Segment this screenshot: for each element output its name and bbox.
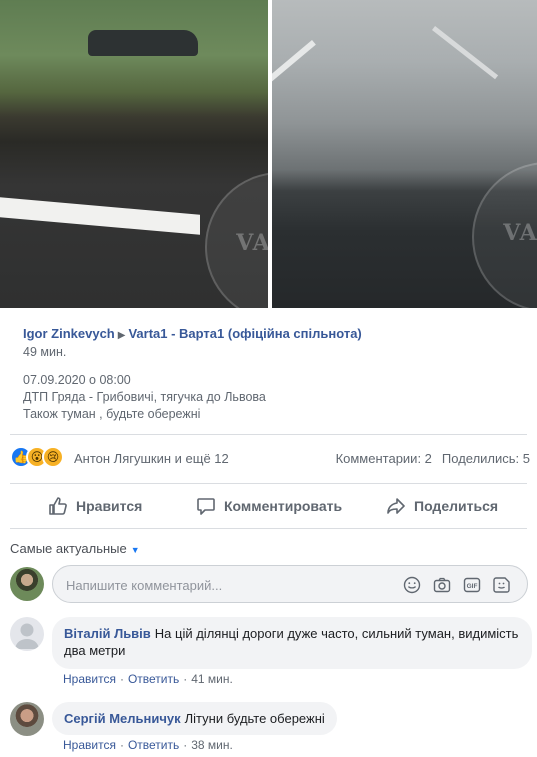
post-line: Також туман , будьте обережні — [23, 407, 201, 421]
photo-crash-field[interactable]: VARTA — [0, 0, 268, 308]
post-header: Igor Zinkevych ▶ Varta1 - Варта1 (офіційна… — [23, 325, 523, 423]
divider — [10, 483, 527, 484]
separator-dot: · — [183, 672, 188, 686]
commenter-avatar[interactable] — [10, 702, 44, 736]
comment-reply-link[interactable]: Ответить — [128, 738, 179, 752]
comment-like-link[interactable]: Нравится — [63, 672, 116, 686]
comment-button-label: Комментировать — [224, 498, 343, 514]
thumbs-up-icon — [49, 497, 67, 515]
post-photos: VARTA VARTA — [0, 0, 537, 308]
photo-foggy-road[interactable]: VARTA — [272, 0, 537, 308]
like-button[interactable]: Нравится — [48, 488, 142, 524]
share-button[interactable]: Поделиться — [386, 488, 498, 524]
comment-bubble: Віталій Львів На цій ділянці дороги дуже … — [52, 617, 532, 669]
comment-bubble: Сергій Мельничук Літуни будьте обережні — [52, 702, 337, 735]
my-avatar[interactable] — [10, 567, 44, 601]
commenter-name[interactable]: Сергій Мельничук — [64, 711, 181, 726]
comment-input-container: GIF — [52, 565, 528, 603]
post-line: ДТП Гряда - Грибовичі, тягучка до Львова — [23, 390, 266, 404]
caret-down-icon: ▼ — [130, 545, 140, 555]
gif-icon[interactable]: GIF — [463, 576, 481, 594]
separator-dot: · — [119, 672, 124, 686]
comment-reply-link[interactable]: Ответить — [128, 672, 179, 686]
comment-time[interactable]: 38 мин. — [191, 738, 233, 752]
comments-count[interactable]: Комментарии: 2 — [336, 451, 432, 466]
post-counts: Комментарии: 2 Поделились: 5 — [336, 451, 530, 466]
post-author-link[interactable]: Igor Zinkevych — [23, 326, 115, 341]
svg-text:GIF: GIF — [467, 583, 478, 590]
varta-watermark: VARTA — [205, 172, 268, 308]
post-line: 07.09.2020 о 08:00 — [23, 373, 131, 387]
comment-like-link[interactable]: Нравится — [63, 738, 116, 752]
commenter-avatar[interactable] — [10, 617, 44, 651]
separator-dot: · — [119, 738, 124, 752]
default-avatar-icon — [15, 623, 39, 649]
like-button-label: Нравится — [76, 498, 143, 514]
divider — [10, 528, 527, 529]
post-actions: Нравится Комментировать Поделиться — [0, 488, 537, 524]
sticker-icon[interactable] — [493, 576, 511, 594]
road-marking-left — [272, 40, 316, 90]
comment-actions: Нравится · Ответить · 38 мин. — [63, 738, 233, 752]
comment-time[interactable]: 41 мин. — [191, 672, 233, 686]
camera-icon[interactable] — [433, 576, 451, 594]
share-button-label: Поделиться — [414, 498, 499, 514]
comment-sort-dropdown[interactable]: Самые актуальные ▼ — [10, 541, 140, 556]
post-body: 07.09.2020 о 08:00 ДТП Гряда - Грибовичі… — [23, 372, 523, 423]
varta-watermark: VARTA — [472, 162, 537, 308]
emoji-icon[interactable] — [403, 576, 421, 594]
commenter-name[interactable]: Віталій Львів — [64, 626, 151, 641]
reaction-names[interactable]: Антон Лягушкин и ещё 12 — [74, 451, 229, 466]
shares-count[interactable]: Поделились: 5 — [442, 451, 530, 466]
post-author-line: Igor Zinkevych ▶ Varta1 - Варта1 (офіційна… — [23, 325, 523, 344]
road-marking-right — [432, 26, 499, 80]
comment-actions: Нравится · Ответить · 41 мин. — [63, 672, 233, 686]
post-group-link[interactable]: Varta1 - Варта1 (офіційна спільнота) — [128, 326, 361, 341]
divider — [10, 434, 527, 435]
sad-icon: 😢 — [42, 446, 64, 468]
share-icon — [387, 498, 405, 514]
comment-icon — [197, 498, 215, 515]
comment-sort-label: Самые актуальные — [10, 541, 127, 556]
post-timestamp[interactable]: 49 мин. — [23, 345, 523, 359]
road-marking — [0, 197, 200, 235]
comment-text: Літуни будьте обережні — [184, 711, 325, 726]
overturned-car — [88, 30, 198, 56]
arrow-right-icon: ▶ — [117, 330, 126, 341]
separator-dot: · — [183, 738, 188, 752]
reactions-bar: 👍 😮 😢 Антон Лягушкин и ещё 12 Комментари… — [10, 446, 530, 472]
comment-button[interactable]: Комментировать — [196, 488, 342, 524]
comment-input[interactable] — [66, 575, 396, 595]
